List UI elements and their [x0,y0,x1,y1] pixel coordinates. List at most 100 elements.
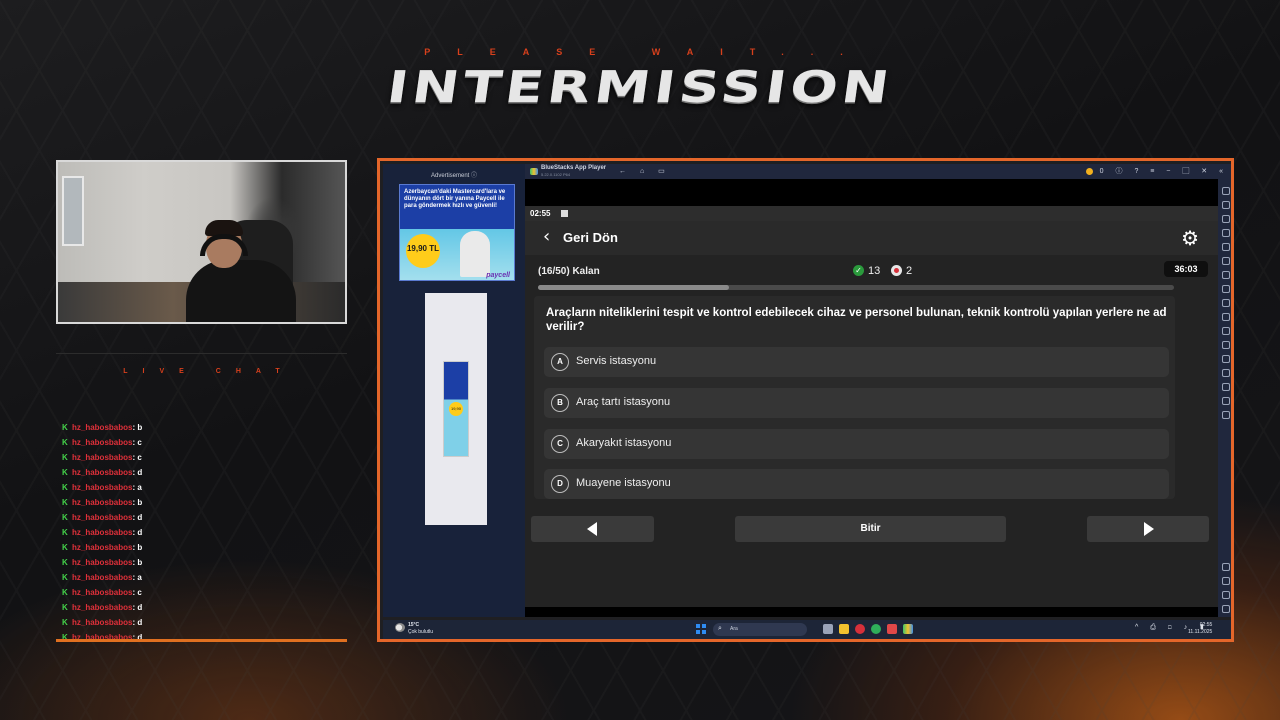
chat-badge-icon: K [62,423,68,432]
chat-badge-icon: K [62,633,68,642]
chat-badge-icon: K [62,498,68,507]
sidebar-tool-icon[interactable] [1222,341,1230,349]
windows-start-icon[interactable] [696,624,706,634]
chat-username: hz_habosbabos [72,468,133,477]
search-placeholder: Ara [730,626,738,632]
android-clock: 02:55 [530,209,551,218]
bluestacks-subtitle: 5.22.0.1102 P64 [541,172,571,177]
chat-badge-icon: K [62,618,68,627]
option-letter: A [551,353,569,371]
ad-banner[interactable]: Azerbaycan'daki Mastercard'lara ve dünya… [399,184,515,281]
back-arrow-icon[interactable]: ‹ [543,226,550,247]
question-text: Araçların niteliklerini tespit ve kontro… [546,307,1167,333]
android-status-bar: 02:55 [525,206,1218,221]
chat-badge-icon: K [62,438,68,447]
opera-icon[interactable] [855,624,865,634]
bluestacks-nav-icons[interactable]: ← ⌂ ▭ [619,167,671,175]
chat-message: Khz_habosbabos: d [62,600,342,615]
bluestacks-taskbar-icon[interactable] [903,624,913,634]
option-text: Servis istasyonu [576,355,657,367]
sidebar-tool-icon[interactable] [1222,215,1230,223]
bluestacks-titlebar: BlueStacks App Player 5.22.0.1102 P64 ← … [525,164,1231,179]
sidebar-tool-icon[interactable] [1222,369,1230,377]
chat-message: Khz_habosbabos: c [62,585,342,600]
back-button[interactable]: Geri Dön [563,230,618,245]
option-c[interactable]: C Akaryakıt istasyonu [544,429,1169,459]
cloud-icon[interactable] [395,623,405,632]
file-explorer-icon[interactable] [839,624,849,634]
chat-text: : d [132,468,143,477]
chat-badge-icon: K [62,603,68,612]
sidebar-bottom-icon[interactable] [1222,605,1230,613]
android-screen: 02:55 ‹ Geri Dön ⚙ (16/50) Kalan ✓ 13 2 … [525,179,1218,617]
sidebar-bottom-icon[interactable] [1222,577,1230,585]
chat-text: : a [132,573,142,582]
next-button[interactable] [1087,516,1209,542]
option-b[interactable]: B Araç tartı istasyonu [544,388,1169,418]
chat-username: hz_habosbabos [72,543,133,552]
sidebar-tool-icon[interactable] [1222,187,1230,195]
bluestacks-window-controls[interactable]: 0 ⓘ ? ≡ − ▢ ✕ « [1085,166,1229,176]
chat-badge-icon: K [62,588,68,597]
sidebar-tool-icon[interactable] [1222,355,1230,363]
sidebar-tool-icon[interactable] [1222,299,1230,307]
chat-username: hz_habosbabos [72,558,133,567]
sidebar-tool-icon[interactable] [1222,411,1230,419]
chat-message: Khz_habosbabos: d [62,615,342,630]
chat-text: : d [132,513,143,522]
chat-username: hz_habosbabos [72,618,133,627]
option-a[interactable]: A Servis istasyonu [544,347,1169,377]
bluestacks-logo-icon [530,168,538,175]
option-text: Muayene istasyonu [576,477,671,489]
chat-username: hz_habosbabos [72,513,133,522]
sidebar-bottom-icon[interactable] [1222,563,1230,571]
sidebar-tool-icon[interactable] [1222,397,1230,405]
chat-text: : c [132,588,142,597]
ad-headline: Azerbaycan'daki Mastercard'lara ve dünya… [404,189,506,209]
app-icon[interactable] [887,624,897,634]
finish-button[interactable]: Bitir [735,516,1006,542]
taskbar-clock[interactable]: 02:55 11.11.2025 [1188,622,1212,636]
chat-badge-icon: K [62,468,68,477]
quiz-app: ‹ Geri Dön ⚙ (16/50) Kalan ✓ 13 2 36:03 … [525,221,1218,607]
chat-message: Khz_habosbabos: c [62,450,342,465]
chat-message: Khz_habosbabos: a [62,570,342,585]
remaining-count: (16/50) Kalan [538,266,600,277]
sidebar-tool-icon[interactable] [1222,243,1230,251]
sidebar-tool-icon[interactable] [1222,327,1230,335]
sidebar-tool-icon[interactable] [1222,285,1230,293]
webcam-person-body [186,260,296,322]
progress-track [538,285,1174,290]
ad-brand: paycell [486,272,510,279]
chat-text: : b [132,498,143,507]
gear-icon[interactable]: ⚙ [1181,226,1199,250]
sidebar-tool-icon[interactable] [1222,313,1230,321]
chat-message: Khz_habosbabos: d [62,465,342,480]
window-control-icons[interactable]: ⓘ ? ≡ − ▢ ✕ « [1116,168,1229,175]
question-card: Araçların niteliklerini tespit ve kontro… [534,296,1175,499]
taskview-icon[interactable] [823,624,833,634]
intermission-title: INTERMISSION [383,62,897,113]
chat-username: hz_habosbabos [72,453,133,462]
chat-message: Khz_habosbabos: b [62,495,342,510]
chat-text: : d [132,618,143,627]
taskbar-search[interactable]: ⌕ Ara [713,623,807,636]
triangle-left-icon [587,522,597,536]
sidebar-tool-icon[interactable] [1222,271,1230,279]
bluestacks-sidebar [1218,179,1231,617]
previous-button[interactable] [531,516,654,542]
option-d[interactable]: D Muayene istasyonu [544,469,1169,499]
ad-side-banner[interactable]: 19,90 [425,293,487,525]
chat-badge-icon: K [62,513,68,522]
wrong-count: 2 [906,265,913,277]
live-chat-label: LIVE CHAT [123,368,295,375]
spotify-icon[interactable] [871,624,881,634]
sidebar-tool-icon[interactable] [1222,201,1230,209]
sidebar-tool-icon[interactable] [1222,229,1230,237]
sidebar-bottom-icon[interactable] [1222,591,1230,599]
sidebar-tool-icon[interactable] [1222,257,1230,265]
progress-fill [538,285,729,290]
weather-desc: Çok bulutlu [408,629,434,635]
sidebar-tool-icon[interactable] [1222,383,1230,391]
chat-text: : a [132,483,142,492]
